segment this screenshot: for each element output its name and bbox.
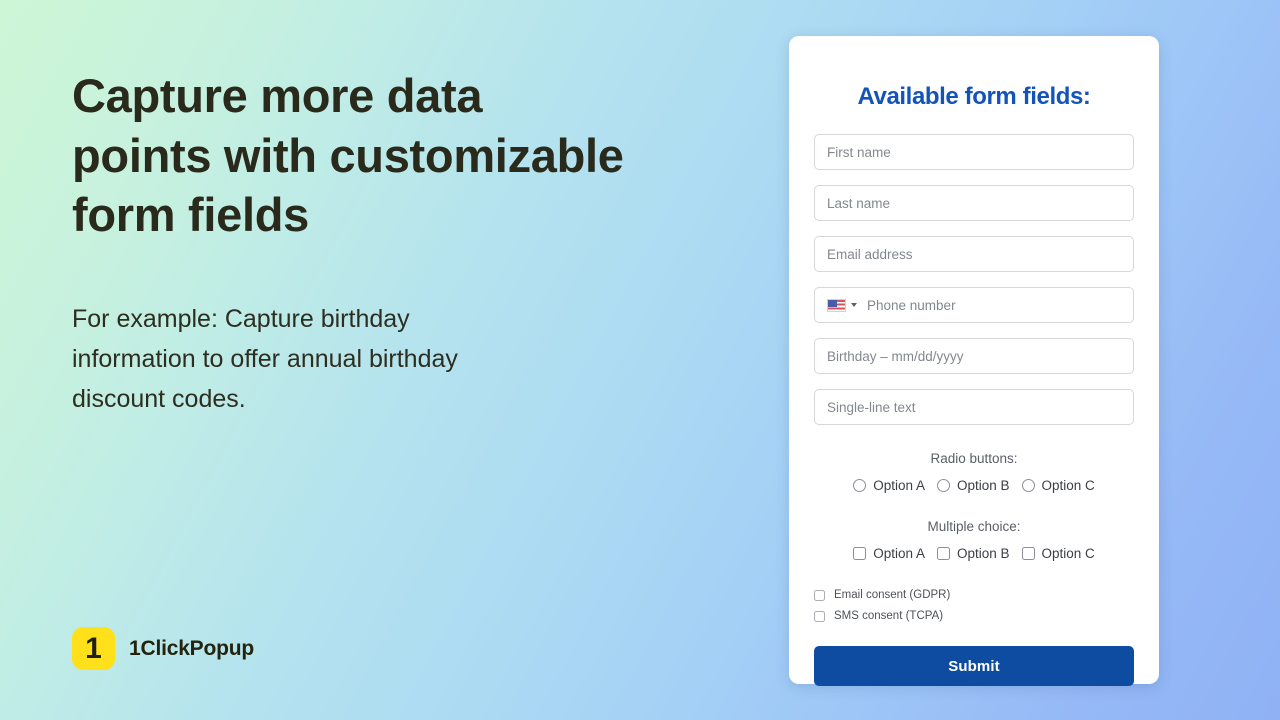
email-address-input[interactable]: Email address [814, 236, 1134, 272]
email-consent-row[interactable]: Email consent (GDPR) [814, 589, 1134, 601]
sms-consent-row[interactable]: SMS consent (TCPA) [814, 610, 1134, 622]
brand-name-label: 1ClickPopup [129, 636, 254, 660]
radio-option-c-label: Option C [1041, 478, 1095, 493]
brand-logo[interactable]: 1 1ClickPopup [72, 627, 254, 670]
birthday-placeholder: Birthday – mm/dd/yyyy [827, 348, 964, 364]
checkbox-icon[interactable] [853, 547, 867, 560]
first-name-input[interactable]: First name [814, 134, 1134, 170]
radio-group: Option A Option B Option C [814, 478, 1134, 493]
radio-option-a-label: Option A [873, 478, 925, 493]
radio-option-c[interactable]: Option C [1021, 478, 1095, 493]
checkbox-option-a[interactable]: Option A [853, 546, 925, 561]
email-consent-label: Email consent (GDPR) [834, 589, 951, 601]
checkbox-icon[interactable] [814, 610, 825, 622]
left-content-panel: Capture more data points with customizab… [72, 66, 692, 413]
consent-group: Email consent (GDPR) SMS consent (TCPA) [814, 589, 1134, 622]
phone-number-placeholder: Phone number [867, 297, 956, 313]
checkbox-option-b-label: Option B [956, 546, 1010, 561]
email-address-placeholder: Email address [827, 246, 913, 262]
birthday-input[interactable]: Birthday – mm/dd/yyyy [814, 338, 1134, 374]
form-preview-card: Available form fields: First name Last n… [789, 36, 1159, 686]
radio-group-label: Radio buttons: [930, 451, 1018, 466]
checkbox-option-c-label: Option C [1041, 546, 1095, 561]
radio-option-a[interactable]: Option A [853, 478, 925, 493]
logo-mark-icon: 1 [72, 627, 115, 670]
page-title: Capture more data points with customizab… [72, 69, 624, 242]
checkbox-icon[interactable] [1021, 547, 1035, 560]
chevron-down-icon[interactable] [851, 303, 857, 307]
single-line-text-input[interactable]: Single-line text [814, 389, 1134, 425]
us-flag-icon [827, 298, 846, 312]
last-name-placeholder: Last name [827, 195, 891, 211]
checkbox-option-c[interactable]: Option C [1021, 546, 1095, 561]
phone-number-input[interactable]: Phone number [814, 287, 1134, 323]
checkbox-option-b[interactable]: Option B [936, 546, 1010, 561]
radio-option-b[interactable]: Option B [936, 478, 1010, 493]
radio-option-b-label: Option B [956, 478, 1010, 493]
checkbox-icon[interactable] [814, 589, 825, 601]
form-card-title: Available form fields: [857, 83, 1091, 110]
first-name-placeholder: First name [827, 144, 891, 160]
radio-icon[interactable] [853, 479, 867, 492]
submit-button[interactable]: Submit [814, 646, 1134, 686]
sms-consent-label: SMS consent (TCPA) [834, 610, 944, 622]
checkbox-group: Option A Option B Option C [814, 546, 1134, 561]
checkbox-option-a-label: Option A [873, 546, 925, 561]
single-line-text-placeholder: Single-line text [827, 399, 916, 415]
supporting-paragraph: For example: Capture birthday informatio… [72, 305, 458, 413]
last-name-input[interactable]: Last name [814, 185, 1134, 221]
checkbox-icon[interactable] [936, 547, 950, 560]
checkbox-group-label: Multiple choice: [927, 519, 1021, 534]
radio-icon[interactable] [1021, 479, 1035, 492]
radio-icon[interactable] [936, 479, 950, 492]
